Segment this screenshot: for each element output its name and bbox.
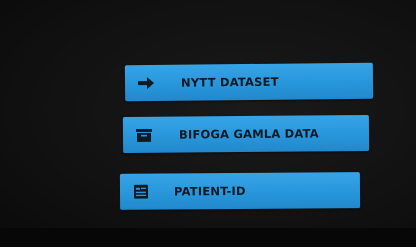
new-dataset-button[interactable]: NYTT DATASET: [124, 62, 374, 102]
arrow-right-icon: [125, 65, 167, 101]
id-card-icon: [120, 174, 162, 210]
archive-box-icon: [123, 117, 165, 153]
patient-id-button[interactable]: PATIENT-ID: [119, 172, 361, 210]
device-screen: NYTT DATASET BIFOGA GAMLA DATA PATIENT-I…: [0, 0, 416, 247]
screen-bezel: [0, 228, 416, 247]
attach-old-data-button[interactable]: BIFOGA GAMLA DATA: [122, 114, 370, 154]
patient-id-label: PATIENT-ID: [173, 183, 246, 199]
new-dataset-label: NYTT DATASET: [180, 74, 279, 90]
attach-old-data-label: BIFOGA GAMLA DATA: [178, 126, 319, 142]
